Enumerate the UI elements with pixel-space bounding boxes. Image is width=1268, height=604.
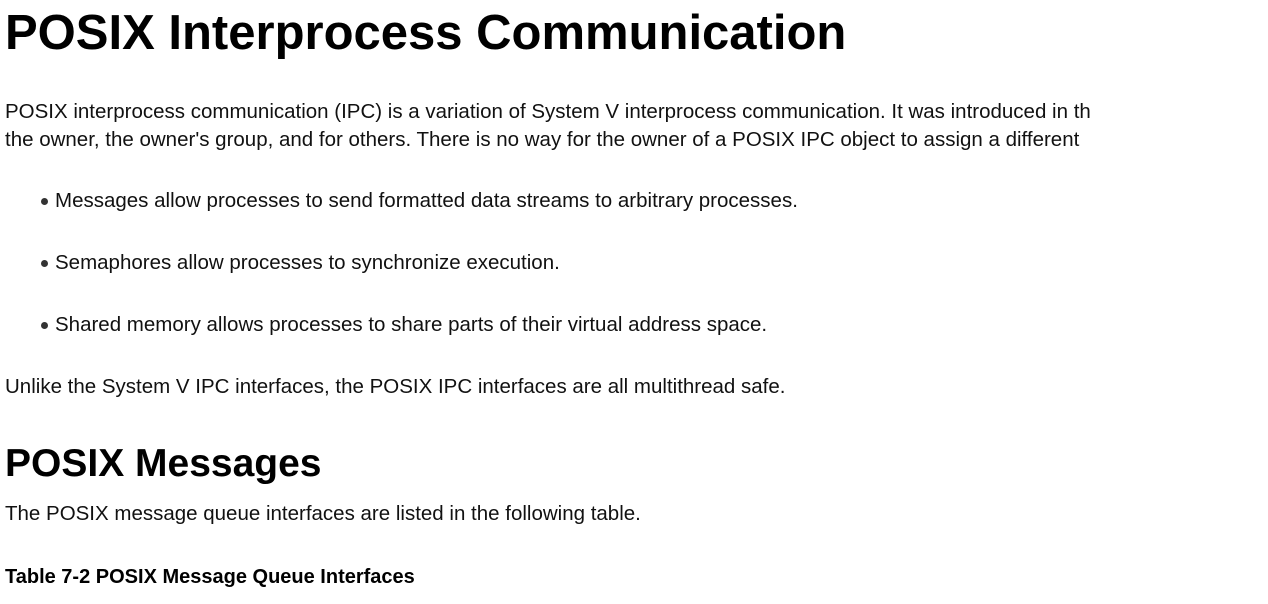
document-page: POSIX Interprocess Communication POSIX i… xyxy=(5,0,1268,604)
bullet-icon xyxy=(41,260,48,267)
page-title: POSIX Interprocess Communication xyxy=(5,6,847,60)
messages-paragraph: The POSIX message queue interfaces are l… xyxy=(5,502,641,525)
intro-line-1: POSIX interprocess communication (IPC) i… xyxy=(5,100,1091,123)
list-item-semaphores: Semaphores allow processes to synchroniz… xyxy=(41,249,798,311)
intro-paragraph: POSIX interprocess communication (IPC) i… xyxy=(5,98,1268,154)
list-item-text: Messages allow processes to send formatt… xyxy=(55,189,798,212)
list-item-text: Semaphores allow processes to synchroniz… xyxy=(55,251,560,274)
list-item-messages: Messages allow processes to send formatt… xyxy=(41,187,798,249)
list-item-shared-memory: Shared memory allows processes to share … xyxy=(41,311,798,373)
bullet-icon xyxy=(41,198,48,205)
thread-safety-paragraph: Unlike the System V IPC interfaces, the … xyxy=(5,375,786,398)
ipc-types-list: Messages allow processes to send formatt… xyxy=(41,187,798,373)
bullet-icon xyxy=(41,322,48,329)
intro-line-2: the owner, the owner's group, and for ot… xyxy=(5,128,1080,151)
section-heading-posix-messages: POSIX Messages xyxy=(5,442,322,485)
list-item-text: Shared memory allows processes to share … xyxy=(55,313,768,336)
table-caption: Table 7-2 POSIX Message Queue Interfaces xyxy=(5,566,415,588)
